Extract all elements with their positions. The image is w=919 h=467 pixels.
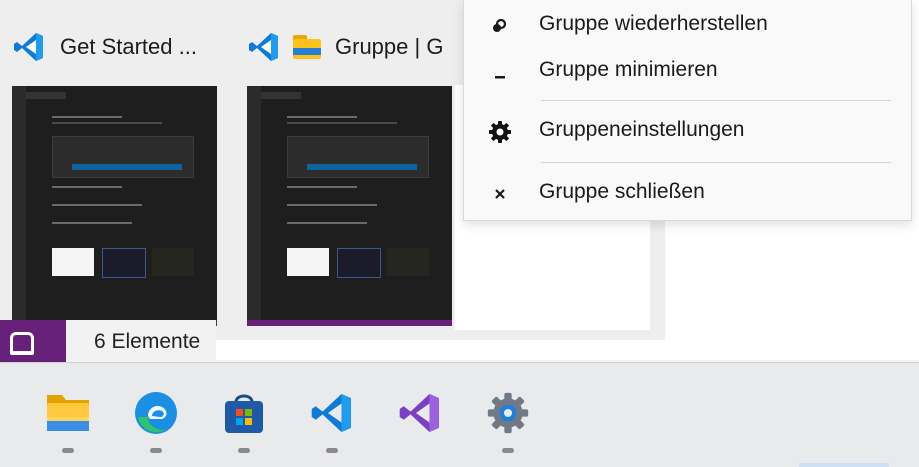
notification-bar bbox=[0, 320, 66, 362]
tray-edge bbox=[799, 463, 889, 467]
minimize-icon bbox=[488, 60, 512, 84]
vscode-icon bbox=[14, 33, 43, 61]
taskbar-settings[interactable] bbox=[480, 385, 536, 453]
close-icon bbox=[488, 182, 512, 206]
taskbar-visual-studio[interactable] bbox=[392, 385, 448, 441]
file-explorer-icon bbox=[47, 395, 89, 431]
folder-icon bbox=[293, 35, 321, 59]
thumbnail-header-2[interactable]: Gruppe | G bbox=[247, 30, 443, 64]
running-indicator bbox=[62, 448, 74, 453]
menu-item-restore-group[interactable]: Gruppe wiederherstellen bbox=[464, 2, 911, 50]
settings-icon bbox=[487, 392, 529, 434]
status-area: 6 Elemente bbox=[66, 320, 216, 362]
menu-item-close-group[interactable]: Gruppe schließen bbox=[464, 170, 911, 218]
gear-icon bbox=[488, 120, 512, 144]
store-icon bbox=[225, 394, 263, 433]
taskbar-store[interactable] bbox=[216, 385, 272, 453]
vscode-icon bbox=[249, 33, 278, 61]
running-indicator bbox=[238, 448, 250, 453]
taskbar-edge[interactable] bbox=[128, 385, 184, 453]
taskbar bbox=[0, 362, 919, 467]
menu-item-minimize-group[interactable]: Gruppe minimieren bbox=[464, 48, 911, 96]
menu-item-group-settings[interactable]: Gruppeneinstellungen bbox=[464, 108, 911, 156]
item-count-text: 6 Elemente bbox=[94, 330, 201, 353]
taskbar-vscode[interactable] bbox=[304, 385, 360, 453]
running-indicator bbox=[326, 448, 338, 453]
running-indicator bbox=[502, 448, 514, 453]
bell-icon bbox=[10, 332, 34, 355]
menu-separator bbox=[541, 100, 891, 101]
menu-separator bbox=[541, 162, 891, 163]
running-indicator bbox=[150, 448, 162, 453]
thumbnail-title: Get Started ... bbox=[60, 34, 197, 59]
vscode-icon bbox=[311, 394, 351, 432]
thumbnail-preview-2[interactable] bbox=[247, 86, 452, 326]
thumbnail-preview-1[interactable] bbox=[12, 86, 217, 326]
edge-icon bbox=[135, 392, 177, 434]
thumbnail-header-1[interactable]: Get Started ... bbox=[12, 30, 197, 64]
restore-icon bbox=[488, 14, 512, 38]
taskbar-file-explorer[interactable] bbox=[40, 385, 96, 453]
visual-studio-icon bbox=[399, 394, 439, 432]
thumbnail-title: Gruppe | G bbox=[335, 34, 444, 59]
group-context-menu: Gruppe wiederherstellen Gruppe minimiere… bbox=[463, 0, 912, 221]
